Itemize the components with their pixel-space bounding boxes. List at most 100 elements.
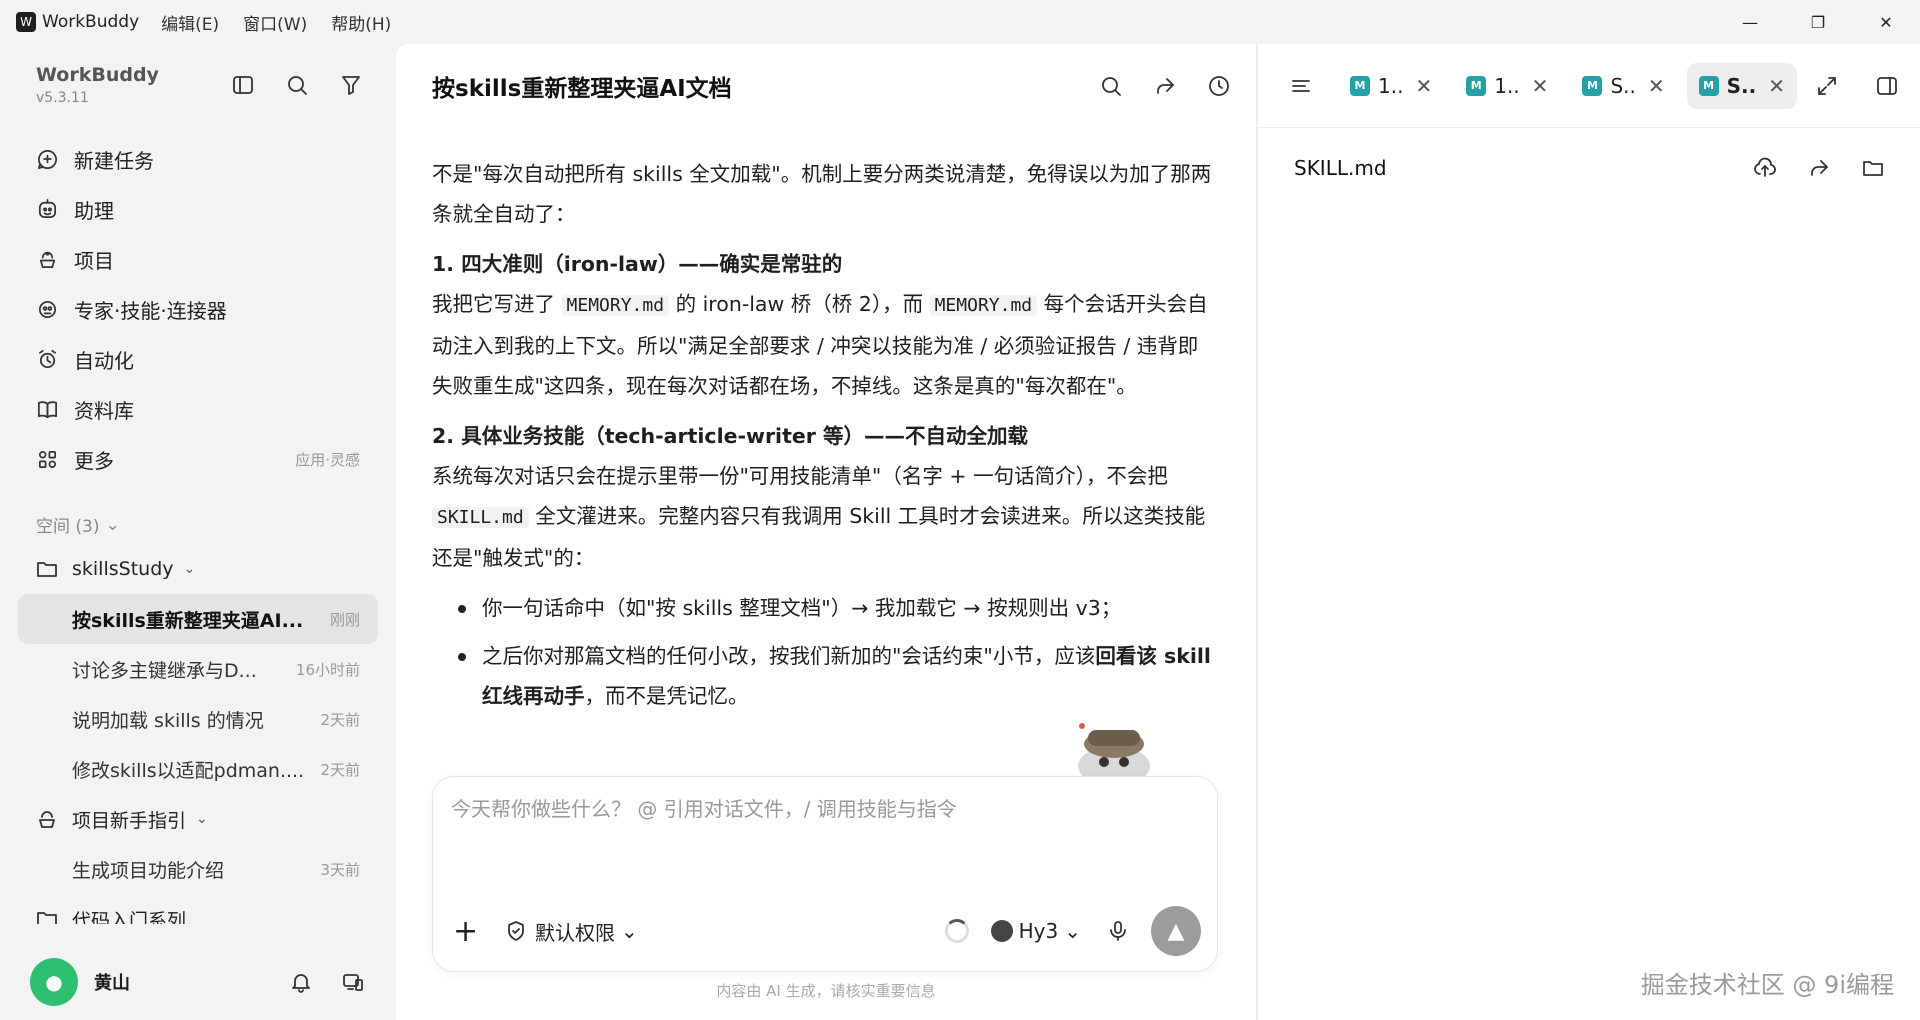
- devices-icon[interactable]: [340, 969, 366, 995]
- file-viewer: M 1.. ✕ M 1.. ✕ M S.. ✕ M S.. ✕ SKILL.md: [1258, 44, 1920, 1020]
- nav-label: 新建任务: [74, 148, 154, 173]
- nav-automation[interactable]: 自动化: [18, 334, 378, 384]
- task-row[interactable]: 修改skills以适配pdman.... 2天前: [18, 744, 378, 794]
- history-icon[interactable]: [1206, 73, 1232, 99]
- sidebar-toolbar: [230, 72, 364, 98]
- tab-label: S..: [1610, 73, 1636, 98]
- composer-toolbar: + 默认权限 ⌄ Hy3 ⌄ ▲: [453, 905, 1201, 957]
- task-title: 说明加载 skills 的情况: [72, 709, 264, 732]
- nav-experts[interactable]: 专家·技能·连接器: [18, 284, 378, 334]
- close-icon[interactable]: ✕: [1768, 74, 1785, 98]
- message-input[interactable]: 今天帮你做些什么？ @ 引用对话文件，/ 调用技能与指令: [451, 793, 957, 822]
- task-row[interactable]: 按skills重新整理夹逼AI... 刚刚: [18, 594, 378, 644]
- file-header: SKILL.md: [1258, 128, 1920, 208]
- title-bar: W WorkBuddy 编辑(E) 窗口(W) 帮助(H) — ❐ ✕: [0, 0, 1920, 44]
- folder-label: 代码入门系列: [72, 910, 187, 924]
- nav-assistant[interactable]: 助理: [18, 184, 378, 234]
- task-row[interactable]: 说明加载 skills 的情况 2天前: [18, 694, 378, 744]
- menu-lines-icon[interactable]: [1288, 73, 1314, 99]
- microphone-icon[interactable]: [1105, 918, 1131, 944]
- close-icon[interactable]: ✕: [1415, 74, 1432, 98]
- list-item: 之后你对那篇文档的任何小改，按我们新加的"会话约束"小节，应该回看该 skill…: [432, 636, 1212, 716]
- menu-edit[interactable]: 编辑(E): [161, 10, 219, 35]
- nav-label: 专家·技能·连接器: [74, 298, 227, 323]
- sidebar-toggle-icon[interactable]: [230, 72, 256, 98]
- nav-new-task[interactable]: 新建任务: [18, 134, 378, 184]
- close-icon[interactable]: ✕: [1532, 74, 1549, 98]
- brand: WorkBuddy v5.3.11: [36, 64, 159, 106]
- task-row[interactable]: 讨论多主键继承与D... 16小时前: [18, 644, 378, 694]
- send-button[interactable]: ▲: [1151, 906, 1201, 956]
- main-nav: 新建任务 助理 项目 专家·技能·连接器 自动化 资料库 更多 应用·灵感: [18, 134, 378, 484]
- markdown-file-icon: M: [1698, 75, 1719, 96]
- brand-name: WorkBuddy: [36, 64, 159, 86]
- tab-label: 1..: [1378, 73, 1404, 98]
- minimize-button[interactable]: —: [1716, 0, 1784, 44]
- watermark: 掘金技术社区 @ 9i编程: [1640, 971, 1894, 999]
- alarm-clock-icon: [34, 346, 60, 372]
- space-tree: skillsStudy ⌄ 按skills重新整理夹逼AI... 刚刚 讨论多主…: [18, 544, 378, 924]
- menu-window[interactable]: 窗口(W): [243, 10, 307, 35]
- file-tab[interactable]: M S.. ✕: [1570, 63, 1676, 109]
- task-row[interactable]: 生成项目功能介绍 3天前: [18, 844, 378, 894]
- tab-label: 1..: [1494, 73, 1520, 98]
- nav-more[interactable]: 更多 应用·灵感: [18, 434, 378, 484]
- upload-cloud-icon[interactable]: [1752, 155, 1778, 181]
- task-time: 2天前: [320, 760, 360, 779]
- share-icon[interactable]: [1806, 155, 1832, 181]
- model-selector[interactable]: Hy3 ⌄: [990, 919, 1081, 943]
- file-tab[interactable]: M 1.. ✕: [1454, 63, 1560, 109]
- shield-check-icon: [503, 918, 529, 944]
- expert-icon: [34, 296, 60, 322]
- restore-button[interactable]: ❐: [1784, 0, 1852, 44]
- space-header-label: 空间 (3): [36, 517, 100, 537]
- search-icon[interactable]: [284, 72, 310, 98]
- user-name[interactable]: 黄山: [94, 969, 130, 995]
- filter-icon[interactable]: [338, 72, 364, 98]
- search-icon[interactable]: [1098, 73, 1124, 99]
- space-header[interactable]: 空间 (3) ⌄: [36, 512, 120, 538]
- model-label: Hy3: [1018, 919, 1059, 943]
- nav-library[interactable]: 资料库: [18, 384, 378, 434]
- project-icon: [34, 246, 60, 272]
- chevron-down-icon: ⌄: [183, 561, 196, 577]
- bell-icon[interactable]: [288, 969, 314, 995]
- permission-selector[interactable]: 默认权限 ⌄: [503, 917, 638, 946]
- nav-label: 自动化: [74, 348, 134, 373]
- window-controls: — ❐ ✕: [1716, 0, 1920, 44]
- nav-project[interactable]: 项目: [18, 234, 378, 284]
- folder-skillsstudy[interactable]: skillsStudy ⌄: [18, 544, 378, 594]
- close-icon[interactable]: ✕: [1648, 74, 1665, 98]
- app-logo-icon: W: [16, 12, 36, 32]
- section-2-title: 2. 具体业务技能（tech-article-writer 等）——不自动全加载: [432, 424, 1029, 448]
- nav-label: 资料库: [74, 398, 134, 423]
- section-1-title: 1. 四大准则（iron-law）——确实是常驻的: [432, 252, 843, 276]
- share-icon[interactable]: [1152, 73, 1178, 99]
- close-window-button[interactable]: ✕: [1852, 0, 1920, 44]
- avatar[interactable]: ●: [30, 958, 78, 1006]
- task-title: 讨论多主键继承与D...: [72, 659, 257, 682]
- assistant-icon: [34, 196, 60, 222]
- sidebar: WorkBuddy v5.3.11 新建任务 助理 项目 专家·技能·连接器 自…: [0, 44, 396, 1020]
- folder-third[interactable]: 代码入门系列: [18, 894, 378, 924]
- chevron-down-icon: ⌄: [621, 919, 638, 943]
- expand-icon[interactable]: [1814, 73, 1840, 99]
- file-tab-bar: M 1.. ✕ M 1.. ✕ M S.. ✕ M S.. ✕: [1258, 44, 1920, 128]
- chat-toolbar: [1098, 73, 1232, 99]
- nav-more-hint: 应用·灵感: [295, 450, 360, 469]
- add-attachment-button[interactable]: +: [453, 914, 483, 949]
- folder-onboarding[interactable]: 项目新手指引 ⌄: [18, 794, 378, 844]
- file-tab[interactable]: M 1.. ✕: [1338, 63, 1444, 109]
- panel-toggle-icon[interactable]: [1874, 73, 1900, 99]
- apps-icon: [34, 446, 60, 472]
- menu-help[interactable]: 帮助(H): [331, 10, 391, 35]
- folder-open-icon[interactable]: [1860, 155, 1886, 181]
- chevron-down-icon: ⌄: [105, 514, 120, 535]
- folder-icon: [34, 906, 60, 924]
- chevron-down-icon: ⌄: [196, 811, 208, 827]
- inline-code: MEMORY.md: [929, 295, 1038, 316]
- file-name: SKILL.md: [1294, 156, 1387, 180]
- file-tab-active[interactable]: M S.. ✕: [1686, 62, 1797, 109]
- app-title: WorkBuddy: [42, 12, 140, 32]
- markdown-file-icon: M: [1350, 75, 1370, 96]
